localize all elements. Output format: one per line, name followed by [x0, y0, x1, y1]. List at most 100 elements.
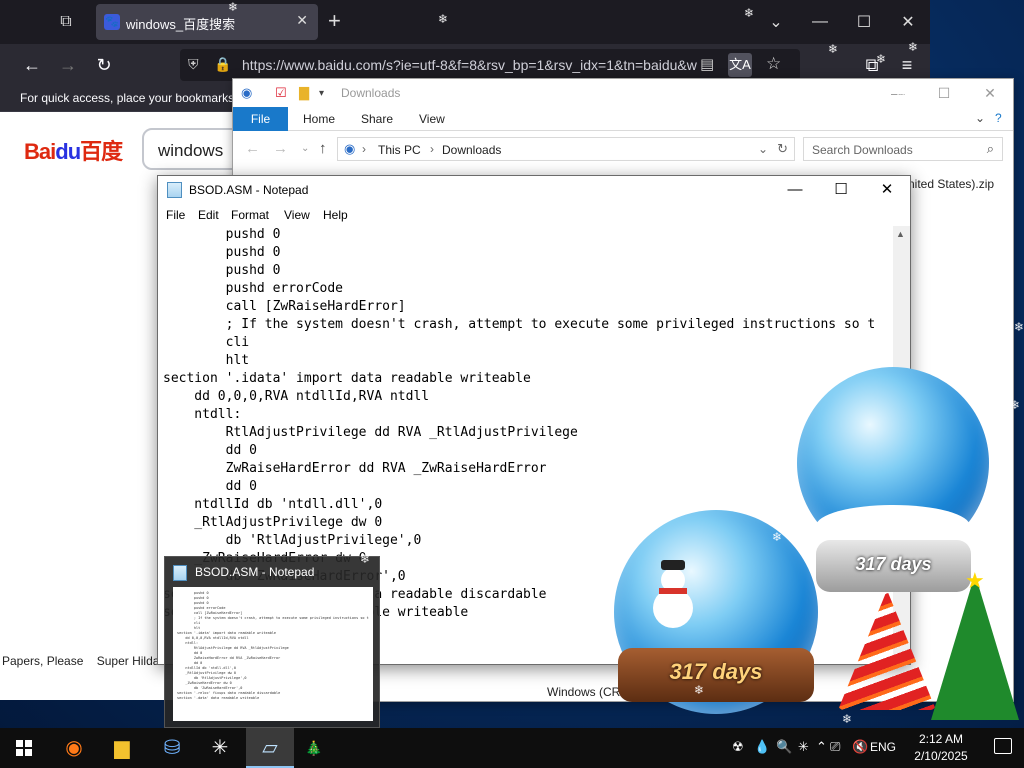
hamburger-menu-icon[interactable]: ≡ — [895, 53, 919, 77]
days-counter-large: 317 days — [669, 659, 763, 684]
logo-bai-text: Bai — [24, 139, 56, 164]
file-explorer-icon[interactable]: ▆ — [98, 728, 146, 768]
ribbon-tab-view[interactable]: View — [419, 107, 445, 131]
tracking-protection-shield-icon[interactable]: ⛨ — [188, 56, 199, 73]
address-bar[interactable]: ⛨ 🔒 https://www.baidu.com/s?ie=utf-8&f=8… — [180, 49, 800, 81]
back-button[interactable]: ← — [20, 53, 44, 77]
snowflake-icon: ❄ — [842, 712, 853, 726]
snowflake-icon: ❄ — [772, 530, 783, 544]
close-window-button[interactable]: ✕ — [864, 176, 910, 204]
menu-file[interactable]: File — [166, 208, 185, 222]
forward-icon[interactable]: → — [273, 140, 288, 157]
minimize-button[interactable]: — — [772, 176, 818, 204]
translate-icon[interactable]: 文A — [728, 53, 752, 77]
help-icon[interactable]: ? — [995, 111, 1002, 125]
maximize-button[interactable]: ☐ — [921, 79, 967, 107]
list-all-tabs-icon[interactable]: ⧉ — [54, 10, 78, 34]
snowflake-app-icon[interactable]: ✳ — [196, 728, 244, 768]
back-icon[interactable]: ← — [245, 140, 260, 157]
snowman-scarf — [659, 588, 687, 594]
notepad-app-icon — [173, 565, 187, 581]
ribbon-tab-home[interactable]: Home — [303, 107, 335, 131]
snowflake-icon: ❄ — [896, 86, 907, 100]
close-window-button[interactable]: ✕ — [967, 79, 1013, 107]
menu-view[interactable]: View — [284, 208, 310, 222]
breadcrumb-separator-icon[interactable]: › — [430, 142, 434, 156]
app-store-icon[interactable]: ⛁ — [148, 728, 196, 768]
ribbon-tab-share[interactable]: Share — [361, 107, 393, 131]
maximize-button[interactable]: ☐ — [842, 12, 886, 32]
file-name-partial[interactable]: nited States).zip — [908, 177, 994, 191]
explorer-ribbon: File Home Share View ⌄ ? — [233, 107, 1013, 131]
notifications-icon[interactable] — [994, 738, 1012, 754]
snowflake-icon: ❄ — [694, 683, 705, 697]
snowflake-icon: ❄ — [1014, 320, 1024, 334]
close-window-button[interactable]: ✕ — [886, 12, 930, 32]
breadcrumb-this-pc[interactable]: This PC — [378, 143, 421, 157]
firefox-icon[interactable]: ◉ — [50, 728, 98, 768]
network-icon[interactable]: ⎚ — [830, 739, 840, 755]
minimize-button[interactable]: — — [798, 13, 842, 31]
baidu-logo[interactable]: Baidu百度 — [24, 134, 123, 166]
menu-help[interactable]: Help — [323, 208, 348, 222]
url-text[interactable]: https://www.baidu.com/s?ie=utf-8&f=8&rsv… — [242, 57, 697, 73]
snowman-body — [653, 588, 693, 628]
menu-format[interactable]: Format — [231, 208, 269, 222]
tray-search-icon[interactable]: 🔍 — [776, 739, 792, 755]
clock-date[interactable]: 2/10/2025 — [906, 749, 976, 763]
new-folder-icon[interactable]: ▇ — [299, 85, 309, 101]
lock-icon[interactable]: 🔒 — [214, 56, 231, 73]
snowflake-icon: ❄ — [744, 6, 755, 20]
address-dropdown-icon[interactable]: ⌄ — [758, 142, 768, 156]
recent-locations-icon[interactable]: ⌄ — [301, 143, 309, 154]
scroll-up-icon[interactable]: ▲ — [896, 229, 905, 239]
snowman — [653, 560, 693, 630]
notepad-taskbar-icon[interactable]: ▱ — [246, 728, 294, 768]
tray-chevron-icon[interactable]: ⌃ — [816, 739, 827, 755]
thumbnail-title: BSOD.ASM - Notepad — [195, 565, 315, 579]
search-icon: ⌕ — [986, 141, 994, 156]
tray-app-icon[interactable]: ☢ — [732, 739, 744, 755]
page-link[interactable]: Super Hilda — [97, 654, 160, 668]
notepad-title-bar: BSOD.ASM - Notepad — ☐ ✕ — [158, 176, 910, 204]
explorer-search-input[interactable]: Search Downloads ⌕ — [803, 137, 1003, 161]
clock-time[interactable]: 2:12 AM — [906, 732, 976, 746]
breadcrumb-separator-icon[interactable]: › — [362, 142, 366, 156]
up-icon[interactable]: ↑ — [319, 140, 327, 157]
volume-muted-icon[interactable]: 🔇 — [852, 739, 868, 755]
taskbar-thumbnail-preview[interactable]: BSOD.ASM - Notepad pushd 0 pushd 0 pushd… — [164, 556, 380, 728]
menu-edit[interactable]: Edit — [198, 208, 219, 222]
refresh-icon[interactable]: ↻ — [777, 141, 788, 157]
bookmark-star-icon[interactable]: ☆ — [766, 54, 781, 74]
tray-snowflake-icon[interactable]: ✳ — [798, 739, 809, 755]
file-name-partial-lower[interactable]: Windows (CRE — [547, 685, 628, 699]
maximize-button[interactable]: ☐ — [818, 176, 864, 204]
close-tab-icon[interactable]: ✕ — [296, 12, 308, 29]
snowflake-icon: ❄ — [438, 12, 449, 26]
logo-cn-text: 百度 — [80, 139, 123, 164]
browser-tab[interactable]: 🐾 windows_百度搜索 ✕ — [96, 4, 318, 40]
ribbon-tab-file[interactable]: File — [233, 107, 288, 131]
reload-button[interactable]: ↻ — [92, 53, 116, 77]
thumbnail-image[interactable]: pushd 0 pushd 0 pushd 0 pushd errorCode … — [173, 587, 373, 721]
windows-logo-icon — [16, 740, 32, 756]
search-placeholder: Search Downloads — [812, 143, 913, 157]
snowman-hat — [661, 560, 685, 570]
breadcrumb-downloads[interactable]: Downloads — [442, 143, 501, 157]
tray-drop-icon[interactable]: 💧 — [754, 739, 770, 755]
explorer-address-bar[interactable]: ◉ › This PC › Downloads ⌄ ↻ — [337, 137, 795, 161]
baidu-favicon-icon: 🐾 — [104, 14, 120, 30]
language-indicator[interactable]: ENG — [870, 740, 896, 754]
system-tray: ☢ 💧 🔍 ✳ ⌃ ⎚ 🔇 ENG 2:12 AM 2/10/2025 — [724, 728, 1024, 768]
tab-list-chevron-icon[interactable]: ⌄ — [754, 12, 798, 32]
reader-view-icon[interactable]: ▤ — [700, 55, 714, 73]
new-tab-button[interactable]: + — [328, 8, 341, 34]
quick-access-dropdown-icon[interactable]: ▾ — [319, 88, 324, 99]
notepad-title: BSOD.ASM - Notepad — [189, 183, 309, 197]
page-link[interactable]: Papers, Please — [2, 654, 83, 668]
start-button[interactable] — [0, 728, 48, 768]
forward-button[interactable]: → — [56, 53, 80, 77]
expand-ribbon-icon[interactable]: ⌄ — [975, 111, 985, 125]
properties-icon[interactable]: ☑ — [275, 85, 287, 101]
tree-pinned-icon[interactable]: 🎄 — [290, 728, 338, 768]
